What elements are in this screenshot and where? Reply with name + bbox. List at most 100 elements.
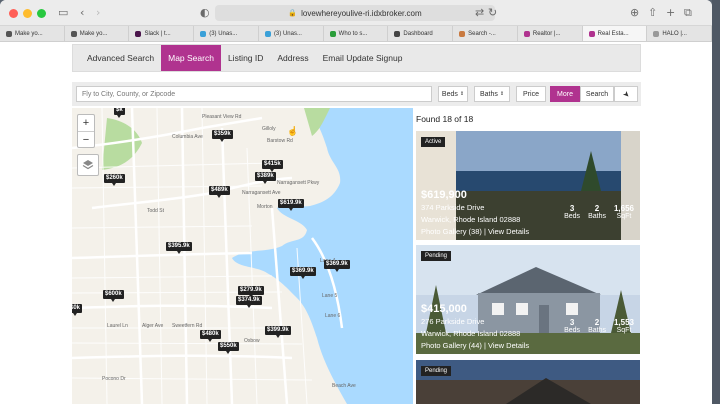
close-window-button[interactable] <box>9 9 18 18</box>
favicon-icon <box>394 30 401 37</box>
nav-tab-email-update-signup[interactable]: Email Update Signup <box>316 45 410 71</box>
sidebar-icon[interactable]: ▭ <box>58 6 68 20</box>
status-badge: Active <box>421 137 446 147</box>
listing-gallery-link[interactable]: Photo Gallery (44) | View Details <box>421 341 529 350</box>
listing-address: 276 Parkside Drive <box>421 317 485 326</box>
beds-label: Beds <box>564 213 581 220</box>
browser-tab[interactable]: Slack | t... <box>129 26 195 41</box>
address-bar[interactable]: 🔒 lovewhereyoulive-ri.idxbroker.com <box>215 5 495 21</box>
new-tab-icon[interactable]: + <box>666 6 675 20</box>
browser-tab[interactable]: (3) Unas... <box>259 26 324 41</box>
baths-label: Baths <box>479 90 498 98</box>
tab-label: Realtor |... <box>532 30 561 37</box>
price-pin[interactable]: $359k <box>212 130 233 142</box>
price-pin[interactable]: $260k <box>104 174 125 186</box>
nav-tab-address[interactable]: Address <box>270 45 315 71</box>
cursor-icon: ☝ <box>287 126 299 136</box>
price-pin[interactable]: $415k <box>262 160 283 172</box>
street-label: Lane 6 <box>325 313 341 319</box>
sqft-count: 1,553 <box>613 318 634 327</box>
browser-tab[interactable]: Real Esta... <box>582 26 648 41</box>
street-label: Beach Ave <box>332 383 356 389</box>
status-badge: Pending <box>421 366 452 376</box>
browser-tab[interactable]: HALO |... <box>647 26 712 41</box>
tab-label: HALO |... <box>662 30 687 37</box>
browser-tab[interactable]: Dashboard <box>388 26 454 41</box>
price-pin[interactable]: $374.9k <box>236 296 262 308</box>
baths-count: 2 <box>594 318 600 327</box>
price-pin[interactable]: $550k <box>218 342 239 354</box>
favicon-icon <box>329 30 336 37</box>
map-tiles <box>72 108 413 404</box>
price-pin[interactable]: $600k <box>103 290 124 302</box>
reload-icon[interactable]: ↻ <box>488 6 497 20</box>
listing-card[interactable]: Active $619,900 374 Parkside Drive Warwi… <box>416 131 640 240</box>
minimize-window-button[interactable] <box>23 9 32 18</box>
nav-tab-map-search[interactable]: Map Search <box>161 45 221 71</box>
translate-icon[interactable]: ⇄ <box>475 6 484 20</box>
favicon-icon <box>588 30 595 37</box>
favicon-icon <box>653 30 660 37</box>
price-pin[interactable]: $389k <box>255 172 276 184</box>
favicon-icon <box>459 30 466 37</box>
price-pin[interactable]: $480k <box>200 330 221 342</box>
maximize-window-button[interactable] <box>37 9 46 18</box>
street-label: Gilloly <box>262 126 276 132</box>
browser-tab[interactable]: Realtor |... <box>518 26 583 41</box>
more-button[interactable]: More <box>550 86 580 102</box>
street-label: Lane 5 <box>322 293 338 299</box>
beds-count: 3 <box>569 204 575 213</box>
nav-tab-advanced-search[interactable]: Advanced Search <box>73 45 161 71</box>
listing-card[interactable]: Pending $415,000 276 Parkside Drive Warw… <box>416 245 640 354</box>
location-search-input[interactable]: Fly to City, County, or Zipcode <box>76 86 432 102</box>
street-label: Oxbow <box>244 338 260 344</box>
browser-window: ▭ ‹ › ◐ 🔒 lovewhereyoulive-ri.idxbroker.… <box>0 0 712 404</box>
forward-icon[interactable]: › <box>96 6 100 20</box>
browser-tab[interactable]: Make yo... <box>0 26 65 41</box>
sqft-label: SqFt <box>616 327 632 334</box>
listing-city: Warwick, Rhode Island 02888 <box>421 329 521 338</box>
price-pin[interactable]: $k <box>114 108 125 118</box>
tab-label: Dashboard <box>403 30 433 37</box>
price-pin[interactable]: $489k <box>209 186 230 198</box>
price-pin[interactable]: $279.9k <box>238 286 264 298</box>
tab-label: Make yo... <box>79 30 108 37</box>
browser-tab[interactable]: Search -... <box>453 26 518 41</box>
beds-count: 3 <box>569 318 575 327</box>
price-pin[interactable]: $369.9k <box>290 267 316 279</box>
tab-bar: Make yo... Make yo... Slack | t... (3) Unas… <box>0 26 712 42</box>
price-button[interactable]: Price <box>516 86 546 102</box>
nav-tab-listing-id[interactable]: Listing ID <box>221 45 270 71</box>
tab-label: Slack | t... <box>144 30 171 37</box>
share-icon[interactable]: ⇧ <box>648 6 657 20</box>
back-icon[interactable]: ‹ <box>80 6 84 20</box>
browser-tab[interactable]: Who to s... <box>324 26 389 41</box>
price-pin[interactable]: $399.9k <box>265 326 291 338</box>
listing-gallery-link[interactable]: Photo Gallery (38) | View Details <box>421 227 529 236</box>
price-pin[interactable]: $0k <box>72 304 83 316</box>
street-label: Columbia Ave <box>172 134 203 140</box>
layers-button[interactable] <box>77 154 99 176</box>
zoom-in-button[interactable]: + <box>78 115 94 131</box>
desktop-background <box>712 0 720 404</box>
privacy-shield-icon[interactable]: ◐ <box>200 6 210 20</box>
street-label: Narragansett Ave <box>242 190 281 196</box>
price-pin[interactable]: $395.9k <box>166 242 192 254</box>
zoom-out-button[interactable]: − <box>78 131 94 147</box>
baths-select[interactable]: Baths ⇕ <box>474 86 510 102</box>
listing-card[interactable]: Pending <box>416 360 640 404</box>
download-icon[interactable]: ⊕ <box>630 6 639 20</box>
price-pin[interactable]: $369.9k <box>324 260 350 272</box>
beds-select[interactable]: Beds ⇕ <box>438 86 468 102</box>
search-nav: Advanced Search Map Search Listing ID Addre… <box>72 44 641 72</box>
navigation-arrow-icon: ➤ <box>620 88 632 100</box>
street-label: Pocono Dr <box>102 376 126 382</box>
map-view[interactable]: + − Pleasant View Rd Columbia Ave Gillol… <box>72 108 413 404</box>
street-label: Laurel Ln <box>107 323 128 329</box>
search-button[interactable]: Search <box>580 86 614 102</box>
browser-tab[interactable]: Make yo... <box>65 26 130 41</box>
tab-overview-icon[interactable]: ⧉ <box>684 6 692 20</box>
price-pin[interactable]: $619.9k <box>278 199 304 211</box>
locate-me-button[interactable]: ➤ <box>614 86 638 102</box>
browser-tab[interactable]: (3) Unas... <box>194 26 259 41</box>
